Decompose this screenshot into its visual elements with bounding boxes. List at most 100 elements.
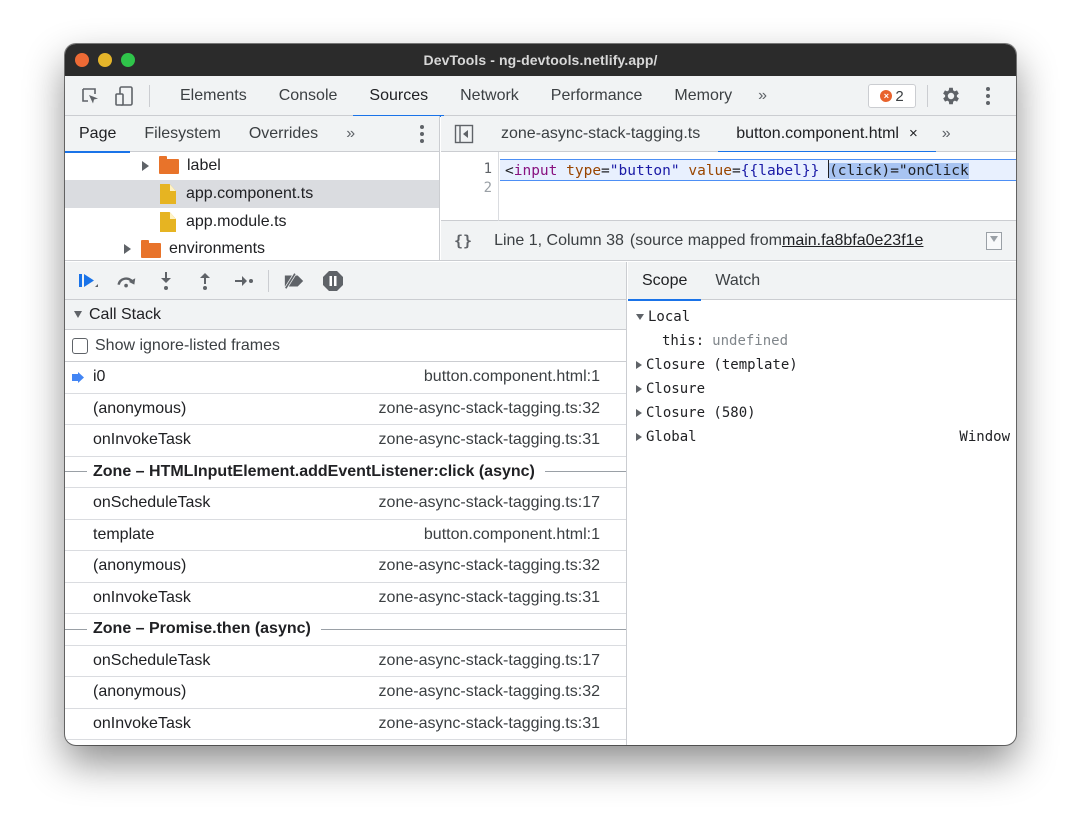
frame-location[interactable]: zone-async-stack-tagging.ts:31: [379, 431, 600, 449]
divider-line: [65, 628, 87, 630]
sources-upper-area: Page Filesystem Overrides » label app.co…: [65, 116, 1016, 261]
line-number[interactable]: 2: [484, 180, 492, 196]
tab-network[interactable]: Network: [444, 76, 535, 116]
tab-label: Sources: [369, 86, 429, 104]
tab-label: Memory: [674, 86, 733, 104]
async-label: Zone – Promise.then (async): [93, 620, 311, 638]
call-frame[interactable]: onScheduleTask zone-async-stack-tagging.t…: [65, 646, 626, 677]
tab-elements[interactable]: Elements: [164, 76, 263, 116]
code-token: "button": [609, 163, 680, 179]
scope-closure-580[interactable]: Closure (580): [628, 401, 1016, 425]
code-editor[interactable]: 1 2 <input type="button" value={{label}}…: [441, 152, 1016, 221]
step-out-icon[interactable]: [194, 270, 216, 292]
frame-location[interactable]: zone-async-stack-tagging.ts:17: [379, 494, 600, 512]
call-frame[interactable]: onInvokeTask zone-async-stack-tagging.ts:…: [65, 583, 626, 614]
call-frame[interactable]: onInvokeTask zone-async-stack-tagging.ts:…: [65, 709, 626, 740]
error-count-button[interactable]: × 2: [868, 84, 916, 108]
scope-label: Closure (580): [646, 405, 756, 421]
call-frame[interactable]: (anonymous) zone-async-stack-tagging.ts:3…: [65, 551, 626, 583]
show-ignored-frames-checkbox[interactable]: [72, 337, 88, 354]
close-tab-icon[interactable]: ×: [909, 125, 918, 142]
step-icon[interactable]: [233, 270, 255, 292]
frame-location[interactable]: zone-async-stack-tagging.ts:31: [379, 715, 600, 733]
call-frame[interactable]: (anonymous) zone-async-stack-tagging.ts:3…: [65, 394, 626, 425]
pause-on-exceptions-icon[interactable]: [322, 270, 344, 292]
scope-local[interactable]: Local: [628, 305, 1016, 329]
more-editor-tabs-button[interactable]: »: [936, 125, 951, 143]
tab-sources[interactable]: Sources: [353, 76, 444, 117]
line-number[interactable]: 1: [484, 161, 492, 177]
source-map-link[interactable]: main.fa8bfa0e23f1e: [782, 232, 923, 250]
code-token: =: [732, 163, 741, 179]
tree-folder-label[interactable]: label: [65, 152, 439, 180]
toggle-navigator-icon[interactable]: [453, 123, 475, 145]
expand-arrow-icon: [636, 433, 642, 441]
frame-location[interactable]: zone-async-stack-tagging.ts:32: [379, 683, 600, 701]
editor-tab-zone-async[interactable]: zone-async-stack-tagging.ts: [483, 116, 718, 152]
tab-memory[interactable]: Memory: [658, 76, 748, 116]
current-frame-arrow-icon: [72, 372, 84, 383]
async-boundary: Zone – HTMLInputElement.addEventListener…: [65, 457, 626, 488]
minimize-window-button[interactable]: [98, 53, 112, 67]
call-frame[interactable]: onScheduleTask zone-async-stack-tagging.t…: [65, 488, 626, 520]
code-token: type: [566, 163, 602, 179]
scope-closure[interactable]: Closure: [628, 377, 1016, 401]
tree-item-label: label: [187, 157, 221, 174]
inspect-element-icon[interactable]: [79, 85, 101, 107]
tab-performance[interactable]: Performance: [535, 76, 659, 116]
tree-file-app-module[interactable]: app.module.ts: [65, 208, 439, 236]
call-stack-header[interactable]: Call Stack: [65, 300, 626, 330]
navigator-menu-icon[interactable]: [419, 124, 425, 149]
scope-global[interactable]: Global Window: [628, 425, 1016, 449]
call-frame[interactable]: i0 button.component.html:1: [65, 362, 626, 394]
frame-location[interactable]: zone-async-stack-tagging.ts:31: [379, 589, 600, 607]
step-over-icon[interactable]: [116, 270, 138, 292]
expand-arrow-icon[interactable]: [142, 161, 149, 171]
frame-location[interactable]: zone-async-stack-tagging.ts:17: [379, 652, 600, 670]
frame-location[interactable]: zone-async-stack-tagging.ts:32: [379, 400, 600, 418]
tab-console[interactable]: Console: [263, 76, 354, 116]
pretty-print-button[interactable]: {}: [454, 232, 472, 250]
settings-gear-icon[interactable]: [940, 85, 962, 112]
scope-pane: Scope Watch Local this: undefined Closur…: [628, 262, 1016, 745]
call-frame[interactable]: (anonymous) zone-async-stack-tagging.ts:3…: [65, 677, 626, 709]
more-tabs-button[interactable]: »: [748, 87, 777, 105]
divider-line: [320, 628, 626, 630]
code-token: =: [601, 163, 610, 179]
code-token: value: [688, 163, 733, 179]
tab-filesystem[interactable]: Filesystem: [130, 116, 234, 152]
tab-watch[interactable]: Watch: [701, 262, 774, 300]
step-into-icon[interactable]: [155, 270, 177, 292]
resume-icon[interactable]: [77, 270, 99, 292]
device-toolbar-icon[interactable]: [113, 85, 135, 107]
deactivate-breakpoints-icon[interactable]: [283, 270, 305, 292]
tree-file-app-component[interactable]: app.component.ts: [65, 180, 439, 208]
close-window-button[interactable]: [75, 53, 89, 67]
file-icon: [160, 212, 176, 232]
scope-property-this[interactable]: this: undefined: [628, 329, 1016, 353]
more-options-icon[interactable]: [985, 85, 991, 112]
expand-arrow-icon[interactable]: [124, 244, 131, 254]
frame-location[interactable]: button.component.html:1: [424, 526, 600, 544]
maximize-window-button[interactable]: [121, 53, 135, 67]
tab-label: Performance: [550, 86, 643, 104]
navigator-pane: Page Filesystem Overrides » label app.co…: [65, 116, 440, 261]
tab-scope[interactable]: Scope: [628, 262, 702, 301]
scope-closure-template[interactable]: Closure (template): [628, 353, 1016, 377]
expand-arrow-icon: [636, 361, 642, 369]
tab-page[interactable]: Page: [65, 116, 131, 153]
devtools-window: DevTools - ng-devtools.netlify.app/ Elem…: [65, 44, 1016, 745]
show-ignored-frames-row[interactable]: Show ignore-listed frames: [65, 330, 626, 362]
call-frame[interactable]: onInvokeTask zone-async-stack-tagging.ts:…: [65, 425, 626, 457]
more-navigator-tabs-button[interactable]: »: [332, 116, 369, 152]
frame-location[interactable]: zone-async-stack-tagging.ts:32: [379, 557, 600, 575]
coverage-toggle-icon[interactable]: [986, 232, 1002, 250]
error-icon: ×: [880, 90, 893, 102]
scope-label: Local: [648, 309, 691, 325]
tree-folder-environments[interactable]: environments: [65, 236, 439, 258]
frame-location[interactable]: button.component.html:1: [424, 368, 600, 386]
property-key: this:: [662, 333, 705, 349]
call-frame[interactable]: template button.component.html:1: [65, 520, 626, 551]
tab-overrides[interactable]: Overrides: [235, 116, 332, 152]
editor-tab-button-component[interactable]: button.component.html ×: [718, 116, 936, 153]
